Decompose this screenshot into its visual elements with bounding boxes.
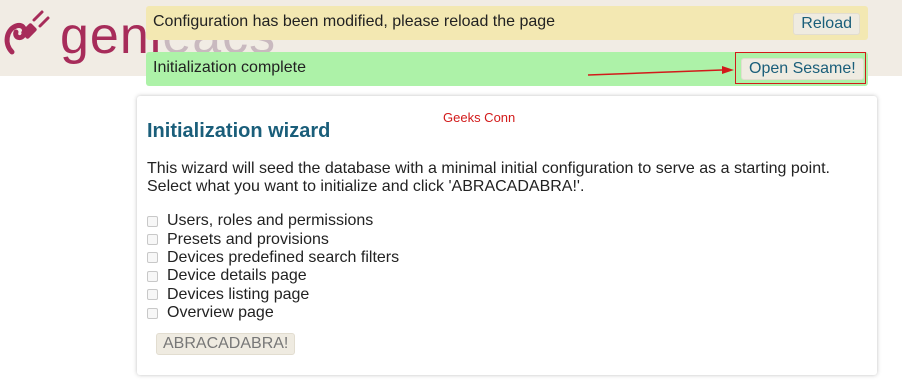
checkbox[interactable] xyxy=(147,270,158,282)
option-label: Users, roles and permissions xyxy=(167,212,374,230)
config-modified-message: Configuration has been modified, please … xyxy=(153,13,556,30)
annotation-highlight-box: Open Sesame! xyxy=(735,52,866,84)
config-modified-notice: Configuration has been modified, please … xyxy=(146,6,868,40)
option-devices-listing-page[interactable]: Devices listing page xyxy=(147,286,399,304)
option-label: Overview page xyxy=(167,304,274,322)
wizard-intro-line-1: This wizard will seed the database with … xyxy=(147,160,830,177)
wizard-intro-line-2: Select what you want to initialize and c… xyxy=(147,178,585,195)
reload-button[interactable]: Reload xyxy=(793,13,860,35)
init-complete-notice: Initialization complete Open Sesame! xyxy=(146,52,868,86)
init-options-list: Users, roles and permissions Presets and… xyxy=(147,212,399,322)
option-search-filters[interactable]: Devices predefined search filters xyxy=(147,249,399,267)
wizard-title: Initialization wizard xyxy=(147,120,331,142)
option-label: Devices predefined search filters xyxy=(167,248,400,266)
plug-logo-icon xyxy=(4,10,50,55)
wizard-intro: This wizard will seed the database with … xyxy=(147,160,867,196)
checkbox[interactable] xyxy=(147,252,158,264)
annotation-arrow-icon xyxy=(587,66,734,76)
checkbox[interactable] xyxy=(147,289,158,301)
initialization-wizard-card: Geeks Conn Initialization wizard This wi… xyxy=(137,96,877,375)
watermark-text: Geeks Conn xyxy=(443,110,516,125)
option-label: Devices listing page xyxy=(167,285,310,303)
option-overview-page[interactable]: Overview page xyxy=(147,304,399,322)
open-sesame-button[interactable]: Open Sesame! xyxy=(741,58,864,80)
init-complete-message: Initialization complete xyxy=(153,59,306,76)
checkbox[interactable] xyxy=(147,307,158,319)
option-users-roles-permissions[interactable]: Users, roles and permissions xyxy=(147,212,399,230)
checkbox[interactable] xyxy=(147,215,158,227)
option-presets-provisions[interactable]: Presets and provisions xyxy=(147,230,399,248)
option-device-details-page[interactable]: Device details page xyxy=(147,267,399,285)
option-label: Device details page xyxy=(167,267,307,285)
checkbox[interactable] xyxy=(147,234,158,246)
abracadabra-button[interactable]: ABRACADABRA! xyxy=(156,333,296,355)
option-label: Presets and provisions xyxy=(167,230,329,248)
